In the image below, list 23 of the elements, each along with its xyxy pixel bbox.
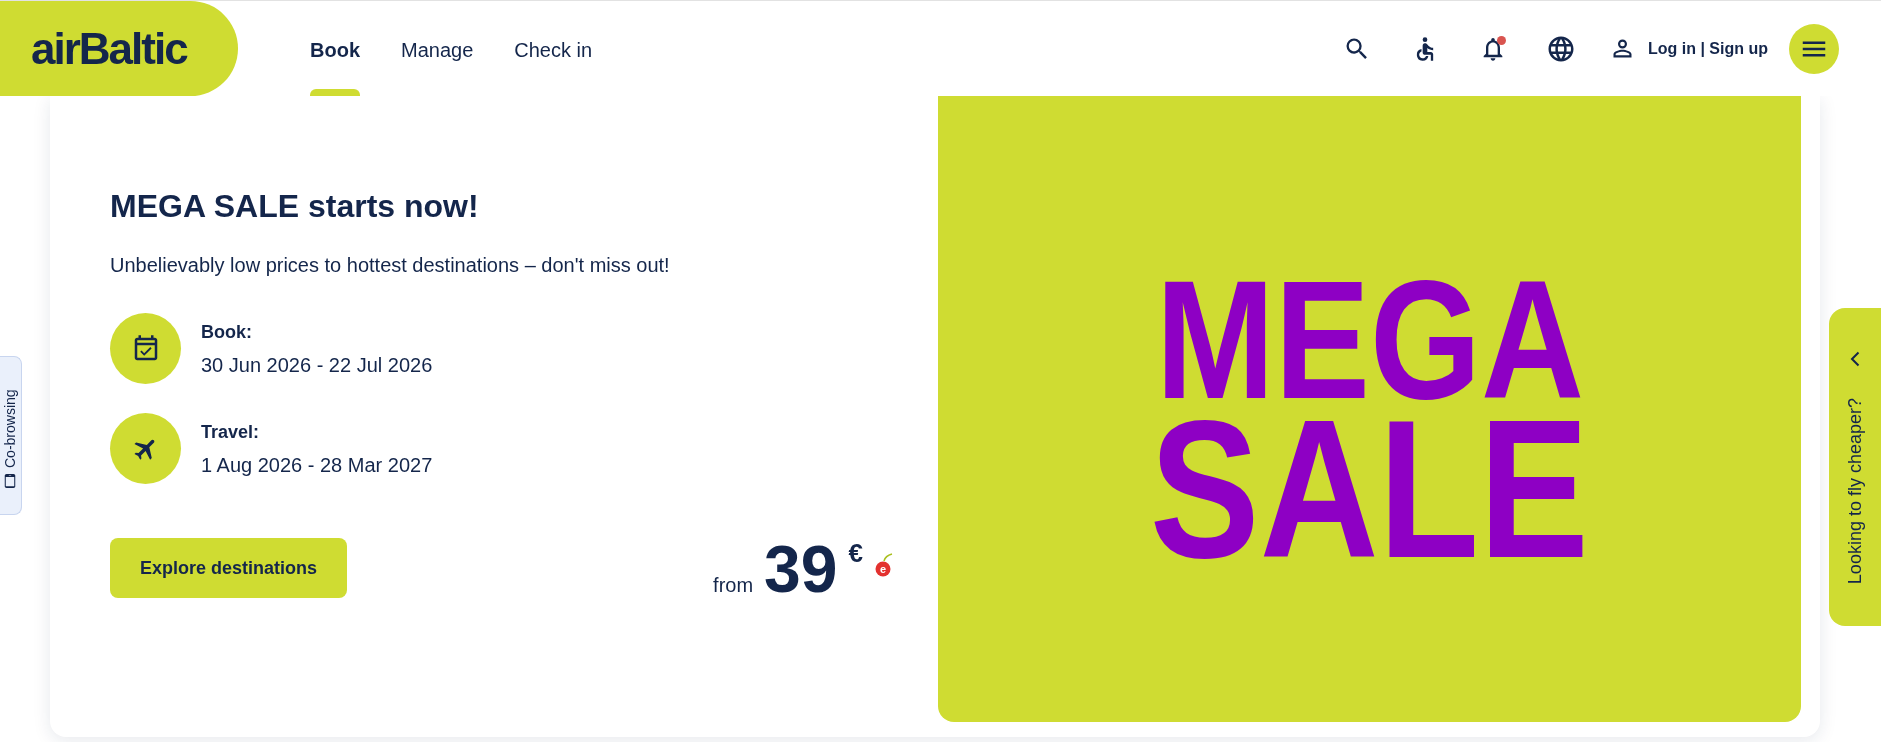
- login-button[interactable]: Log in | Sign up: [1609, 35, 1768, 62]
- co-browsing-tab[interactable]: Co-browsing: [0, 356, 22, 515]
- period-label: Book:: [201, 321, 253, 344]
- banner-headline: MEGA: [1155, 273, 1584, 408]
- nav-tab[interactable]: Check in: [514, 37, 593, 63]
- price-prefix: from: [713, 575, 754, 595]
- price-currency: €: [848, 540, 863, 566]
- tablet-icon: [3, 474, 18, 488]
- nav-tab[interactable]: Manage: [401, 37, 474, 63]
- price-amount: 39: [764, 536, 838, 602]
- logo-link[interactable]: airBaltic: [0, 1, 238, 96]
- cheaper-flights-tab[interactable]: Looking to fly cheaper?: [1829, 308, 1881, 626]
- period-label: Travel:: [201, 421, 261, 444]
- chevron-left-icon: [1850, 351, 1860, 367]
- promo-title: MEGA SALE starts now!: [110, 187, 480, 226]
- period-dates: 1 Aug 2026 - 28 Mar 2027: [201, 453, 433, 478]
- period-dates: 30 Jun 2026 - 22 Jul 2026: [201, 353, 433, 378]
- active-tab-indicator: [310, 89, 360, 96]
- nav-tab[interactable]: Book: [310, 37, 360, 63]
- explore-destinations-button[interactable]: Explore destinations: [110, 538, 348, 598]
- menu-button[interactable]: [1789, 23, 1839, 74]
- banner-headline: SALE: [1149, 411, 1590, 569]
- promo-subtitle: Unbelievably low prices to hottest destinations – don't miss out!: [110, 253, 671, 278]
